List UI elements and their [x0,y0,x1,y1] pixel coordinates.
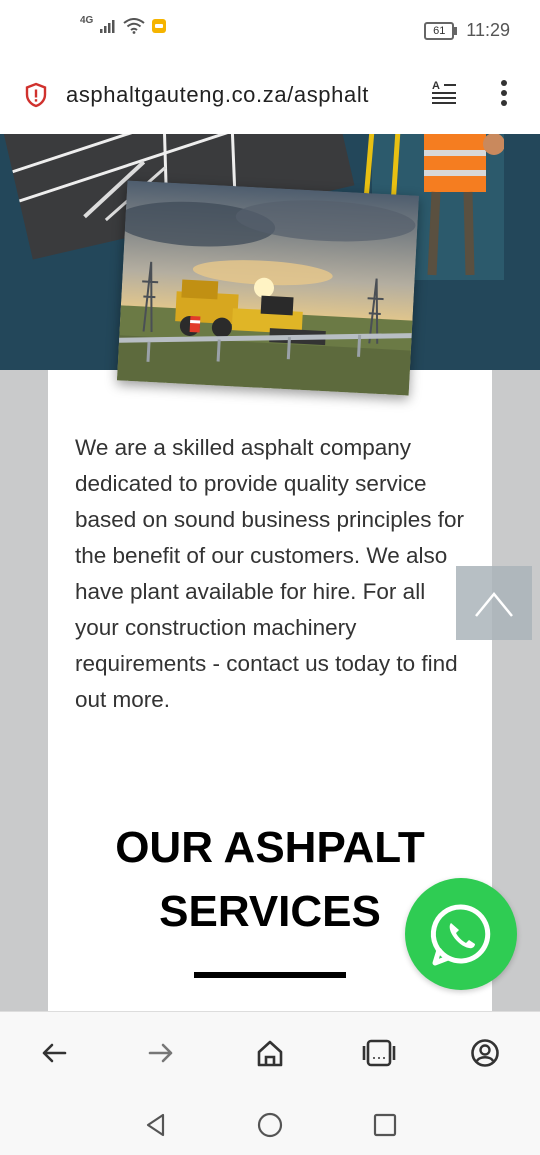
url-bar: asphaltgauteng.co.za/asphalt A [0,62,540,134]
title-underline [194,972,346,978]
scroll-to-top-button[interactable] [456,566,532,640]
system-nav-bar [0,1097,540,1155]
notification-app-icon [152,19,167,33]
section-title-line1: OUR ASHPALT [115,823,425,872]
left-margin [0,370,48,1011]
home-icon[interactable] [255,1038,285,1068]
browser-toolbar [0,1011,540,1098]
forward-arrow-icon[interactable] [146,1038,176,1068]
signal-icon [100,20,115,33]
tabs-icon[interactable] [361,1038,397,1068]
chevron-up-icon [475,592,513,617]
web-content: We are a skilled asphalt company dedicat… [0,134,540,1011]
battery-icon: 61 [424,21,458,40]
status-right: 61 11:29 [424,20,510,41]
status-left: 4G [80,14,167,34]
whatsapp-icon [430,904,491,966]
home-circle-icon[interactable] [256,1111,284,1139]
status-bar: 4G 61 11:29 [0,0,540,62]
machinery-photo [116,180,420,396]
recents-square-icon[interactable] [371,1111,399,1139]
section-title-line2: SERVICES [159,887,381,936]
shield-warning-icon[interactable] [24,82,48,108]
svg-text:A: A [432,80,440,92]
url-field[interactable]: asphaltgauteng.co.za/asphalt [66,82,422,108]
whatsapp-button[interactable] [405,878,517,990]
wifi-icon [123,18,145,34]
clock: 11:29 [466,20,510,40]
more-menu-icon[interactable] [497,78,511,108]
back-triangle-icon[interactable] [142,1111,170,1139]
account-icon[interactable] [470,1038,500,1068]
intro-paragraph: We are a skilled asphalt company dedicat… [75,435,464,712]
reader-mode-icon[interactable]: A [430,78,458,108]
battery-level: 61 [433,24,446,37]
network-type: 4G [80,14,94,26]
back-arrow-icon[interactable] [39,1038,69,1068]
